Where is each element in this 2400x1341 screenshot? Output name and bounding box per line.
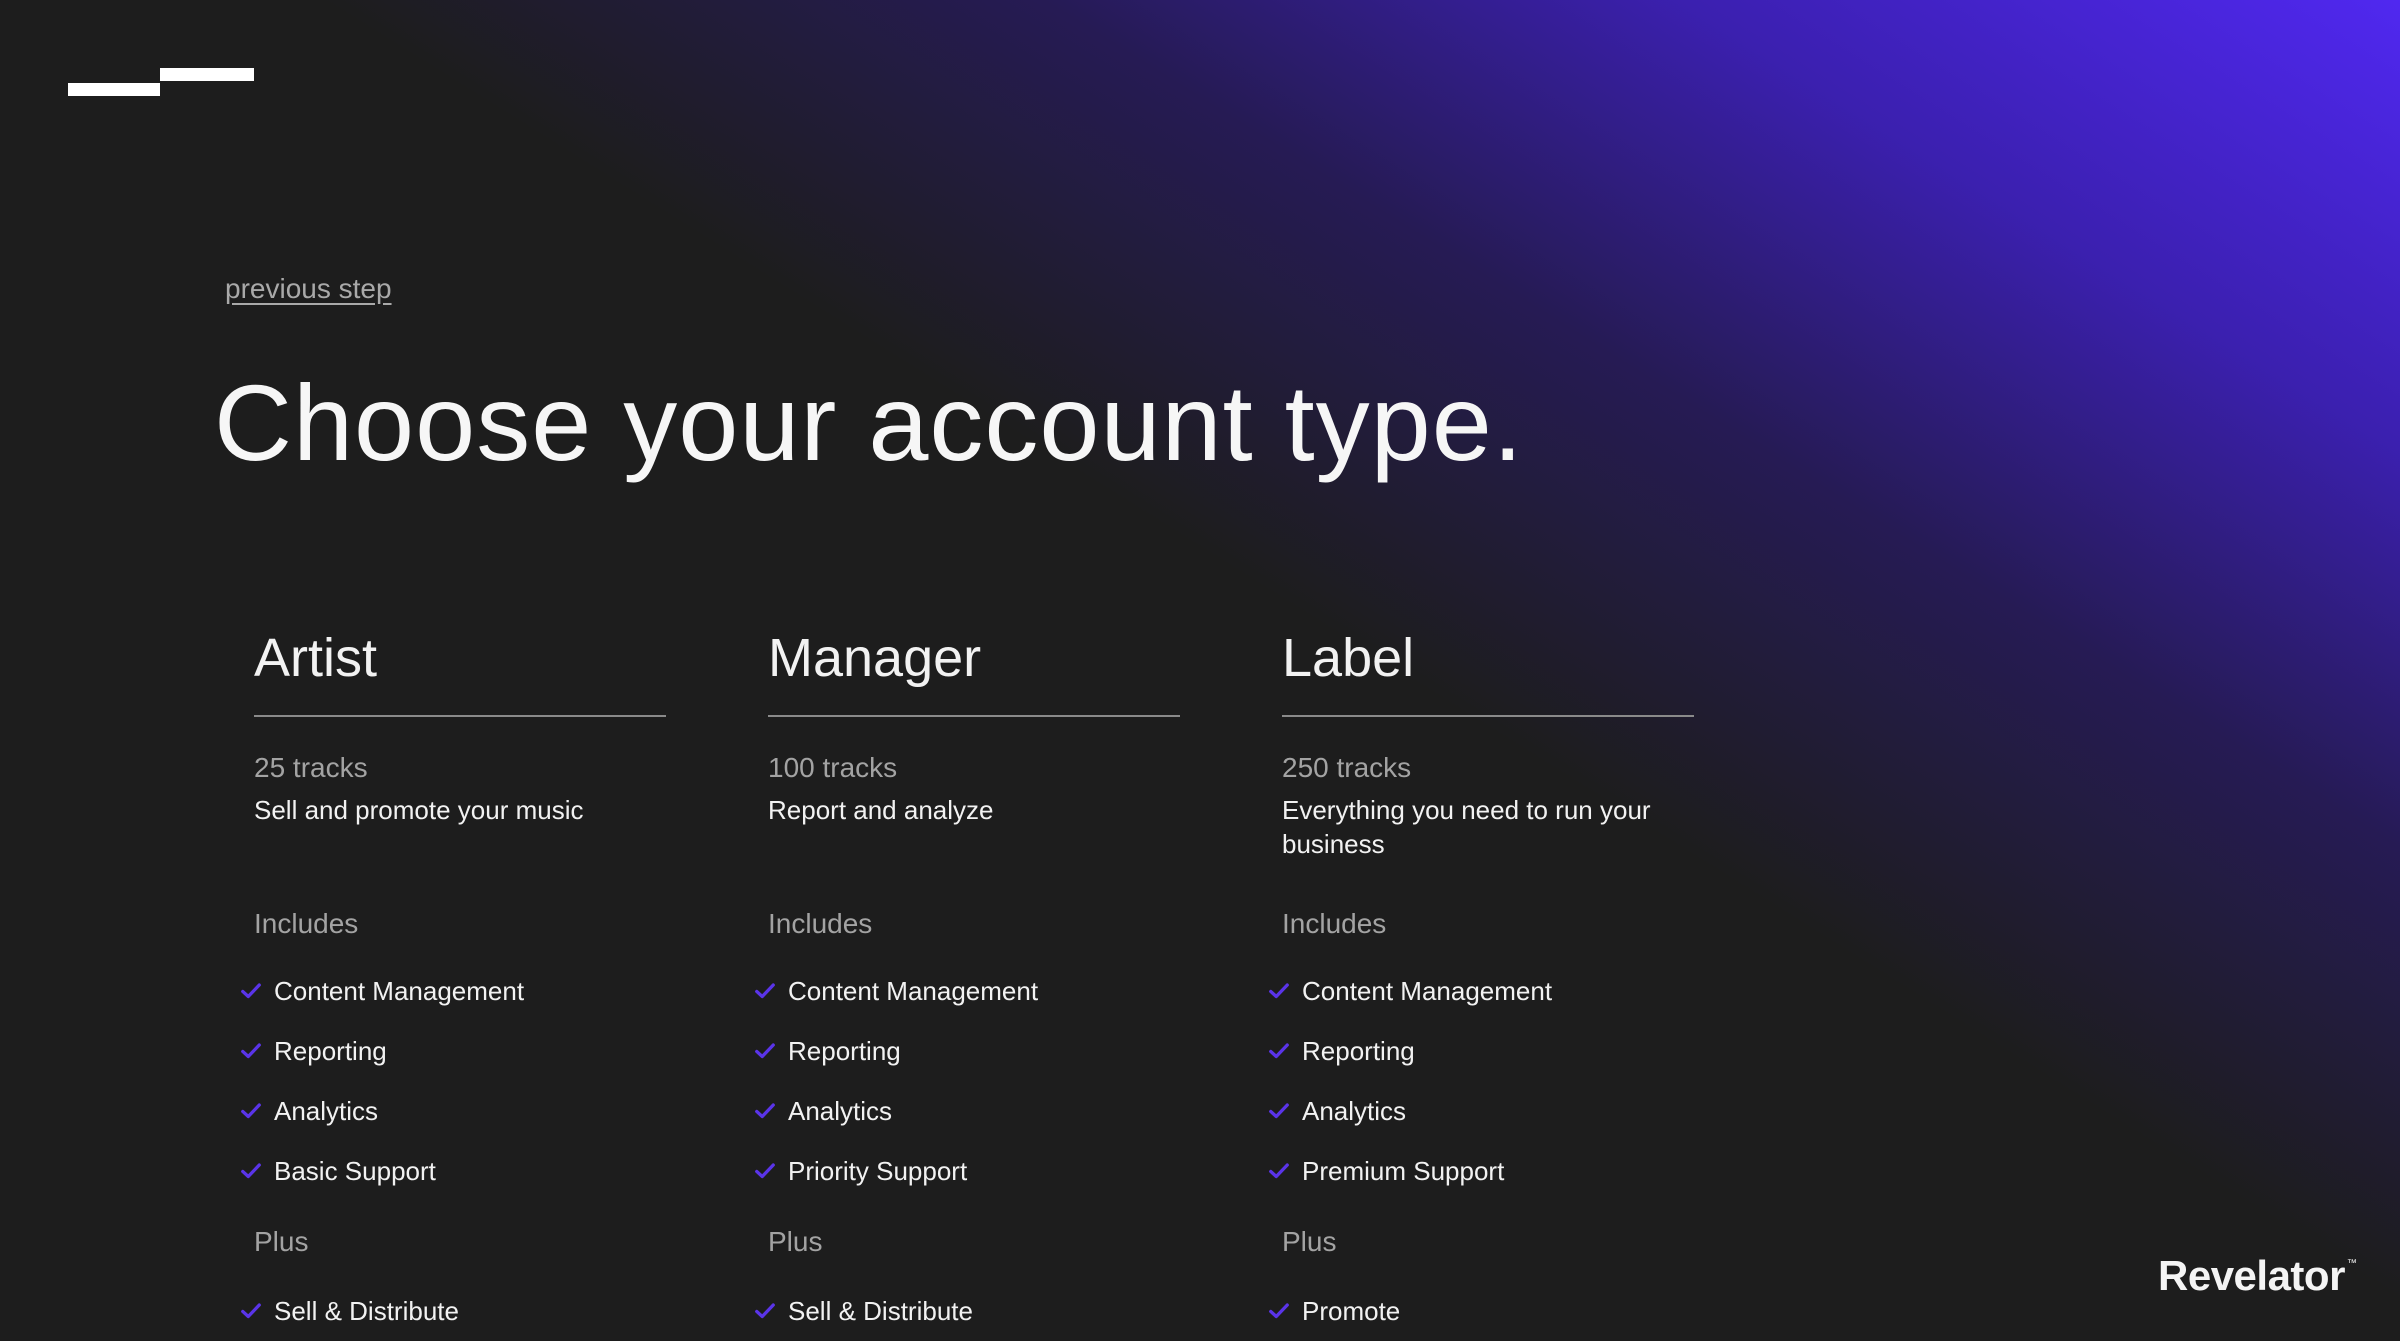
includes-list: Content Management Reporting Analytics Basi… [240,961,666,1201]
feature-label: Reporting [1302,1035,1415,1066]
feature-item: Content Management [240,961,666,1021]
includes-heading: Includes [254,908,359,939]
feature-item: Content Management [754,961,1180,1021]
feature-item: Analytics [1268,1081,1694,1141]
feature-label: Sell & Distribute [788,1295,973,1326]
feature-label: Reporting [274,1035,387,1066]
feature-label: Sell & Distribute [274,1295,459,1326]
plan-name: Manager [768,628,982,688]
feature-item: Analytics [240,1081,666,1141]
check-icon [755,1103,775,1119]
feature-label: Promote [1302,1295,1401,1326]
trademark-mark: ™ [2346,1258,2357,1269]
includes-list: Content Management Reporting Analytics Prem… [1268,961,1694,1201]
plus-heading: Plus [254,1226,309,1257]
previous-step-link[interactable]: previous step [225,273,392,305]
feature-label: Content Management [788,975,1039,1006]
feature-label: Analytics [788,1095,893,1126]
plus-heading: Plus [1282,1226,1337,1257]
check-icon [1269,1043,1289,1059]
plus-list: Promote [1268,1281,1694,1341]
plan-description: Report and analyze [768,795,994,825]
brand-name: Revelator [2158,1252,2345,1299]
check-icon [1269,983,1289,999]
divider [1282,715,1694,717]
plan-card-label[interactable]: Label 250 tracks Everything you need to … [1269,625,1694,1341]
brand-logo: Revelator ™ [2158,1252,2357,1300]
feature-label: Premium Support [1302,1155,1505,1186]
check-icon [241,1163,261,1179]
plan-tracks: 25 tracks [254,752,368,783]
check-icon [755,1163,775,1179]
check-icon [1269,1163,1289,1179]
feature-item: Content Management [1268,961,1694,1021]
includes-heading: Includes [768,908,873,939]
feature-label: Priority Support [788,1155,968,1186]
plan-description: Sell and promote your music [254,795,584,825]
divider [254,715,666,717]
check-icon [241,1103,261,1119]
feature-item: Basic Support [240,1141,666,1201]
page-title: Choose your account type. [214,362,1524,483]
feature-label: Basic Support [274,1155,436,1186]
feature-item: Reporting [754,1021,1180,1081]
steps-logo-icon [68,66,254,96]
feature-label: Content Management [1302,975,1553,1006]
plan-name: Label [1282,628,1415,688]
includes-list: Content Management Reporting Analytics Prio… [754,961,1180,1201]
plan-name: Artist [254,628,378,688]
check-icon [755,1043,775,1059]
feature-label: Reporting [788,1035,901,1066]
feature-item: Reporting [240,1021,666,1081]
check-icon [241,983,261,999]
plan-tracks: 250 tracks [1282,752,1412,783]
plus-heading: Plus [768,1226,823,1257]
feature-item: Premium Support [1268,1141,1694,1201]
check-icon [755,1303,775,1319]
feature-item: Analytics [754,1081,1180,1141]
plus-list: Sell & Distribute [754,1281,1180,1341]
plan-card-manager[interactable]: Manager 100 tracks Report and analyze In… [755,625,1180,1341]
plan-description: Everything you need to run your business [1282,795,1651,859]
feature-item: Promote [1268,1281,1694,1341]
plan-tracks: 100 tracks [768,752,898,783]
check-icon [1269,1103,1289,1119]
plan-card-artist[interactable]: Artist 25 tracks Sell and promote your m… [241,625,666,1341]
feature-item: Sell & Distribute [240,1281,666,1341]
feature-item: Reporting [1268,1021,1694,1081]
includes-heading: Includes [1282,908,1387,939]
check-icon [241,1303,261,1319]
divider [768,715,1180,717]
plus-list: Sell & Distribute [240,1281,666,1341]
check-icon [755,983,775,999]
feature-label: Analytics [274,1095,379,1126]
check-icon [1269,1303,1289,1319]
check-icon [241,1043,261,1059]
feature-label: Content Management [274,975,525,1006]
feature-item: Priority Support [754,1141,1180,1201]
feature-item: Sell & Distribute [754,1281,1180,1341]
feature-label: Analytics [1302,1095,1407,1126]
